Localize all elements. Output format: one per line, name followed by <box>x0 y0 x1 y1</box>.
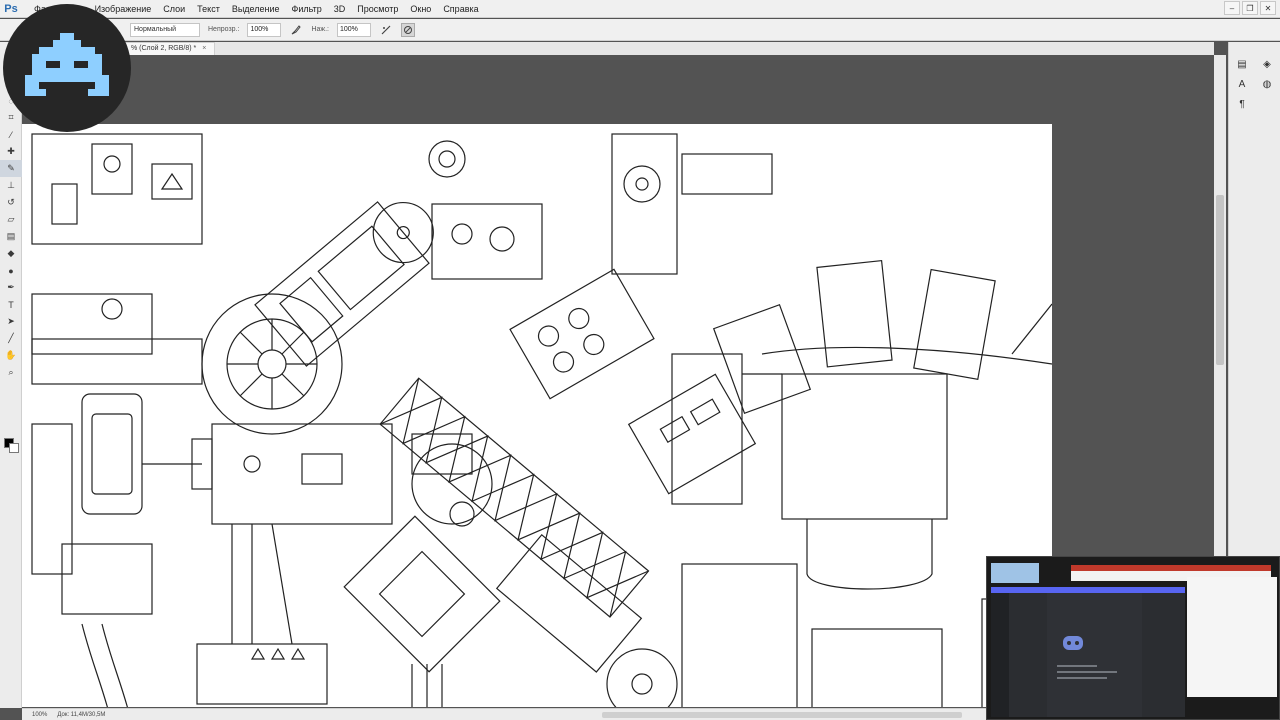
window-controls: – ❐ ✕ <box>1224 1 1276 15</box>
line-tool-icon[interactable]: ╱ <box>0 330 22 347</box>
zoom-level[interactable]: 100% <box>32 712 47 718</box>
crop-tool-icon[interactable]: ⌗ <box>0 109 22 126</box>
menu-view[interactable]: Просмотр <box>351 0 404 18</box>
space-invader-icon <box>25 33 109 96</box>
adjustments-panel-icon[interactable]: ◍ <box>1259 76 1275 92</box>
opacity-label: Непрозр.: <box>208 26 240 33</box>
paragraph-panel-icon[interactable]: ¶ <box>1234 96 1250 112</box>
eyedropper-tool-icon[interactable]: ⁄ <box>0 126 22 143</box>
document-tab-bar: % (Слой 2, RGB/8) * × <box>22 42 1214 55</box>
streamer-avatar <box>3 4 131 132</box>
flow-input[interactable]: 100% <box>336 22 371 37</box>
restore-button[interactable]: ❐ <box>1242 1 1258 15</box>
eraser-tool-icon[interactable]: ▱ <box>0 211 22 228</box>
menu-select[interactable]: Выделение <box>226 0 286 18</box>
layers-panel-icon[interactable]: ◈ <box>1259 56 1275 72</box>
hand-tool-icon[interactable]: ✋ <box>0 347 22 364</box>
horizontal-scrollbar[interactable] <box>602 712 962 718</box>
blur-tool-icon[interactable]: ◆ <box>0 245 22 262</box>
brush-tool-icon[interactable]: ✎ <box>0 160 22 177</box>
document-size: Док: 11,4М/30,5М <box>57 711 106 718</box>
zoom-tool-icon[interactable]: ⌕ <box>0 364 22 381</box>
menu-help[interactable]: Справка <box>437 0 484 18</box>
tools-panel: ◌ ⌗ ⁄ ✚ ✎ ⊥ ↺ ▱ ▤ ◆ ● ✒ T ➤ ╱ ✋ ⌕ <box>0 42 22 708</box>
opacity-input[interactable]: 100% <box>247 22 282 37</box>
type-tool-icon[interactable]: T <box>0 296 22 313</box>
menu-type[interactable]: Текст <box>191 0 226 18</box>
vertical-scroll-thumb[interactable] <box>1216 195 1224 365</box>
document-tab-title: % (Слой 2, RGB/8) * <box>131 45 197 52</box>
secondary-screen-preview <box>987 557 1279 719</box>
options-bar: Нормальный Непрозр.: 100% Наж.: 100% <box>0 19 1280 41</box>
webcam-overlay <box>986 556 1280 720</box>
menu-window[interactable]: Окно <box>404 0 437 18</box>
background-color-swatch[interactable] <box>9 443 19 453</box>
pen-tool-icon[interactable]: ✒ <box>0 279 22 296</box>
stamp-tool-icon[interactable]: ⊥ <box>0 177 22 194</box>
line-art-drawing <box>31 133 1052 707</box>
tablet-pressure-icon[interactable] <box>400 22 415 37</box>
gradient-tool-icon[interactable]: ▤ <box>0 228 22 245</box>
document-tab[interactable]: % (Слой 2, RGB/8) * × <box>122 42 216 55</box>
history-brush-icon[interactable]: ↺ <box>0 194 22 211</box>
dodge-tool-icon[interactable]: ● <box>0 262 22 279</box>
airbrush-icon[interactable] <box>379 23 393 37</box>
history-panel-icon[interactable]: ▤ <box>1234 56 1250 72</box>
menu-bar: Ps Фа вание Изображение Слои Текст Выдел… <box>0 0 1280 18</box>
photoshop-logo: Ps <box>4 2 18 15</box>
flow-label: Наж.: <box>311 26 329 33</box>
tab-close-icon[interactable]: × <box>202 43 206 55</box>
close-button[interactable]: ✕ <box>1260 1 1276 15</box>
blend-mode-select[interactable]: Нормальный <box>130 22 200 37</box>
menu-layers[interactable]: Слои <box>157 0 191 18</box>
character-panel-icon[interactable]: A <box>1234 76 1250 92</box>
path-select-icon[interactable]: ➤ <box>0 313 22 330</box>
healing-tool-icon[interactable]: ✚ <box>0 143 22 160</box>
minimize-button[interactable]: – <box>1224 1 1240 15</box>
brush-pressure-icon[interactable] <box>289 23 303 37</box>
menu-filter[interactable]: Фильтр <box>286 0 328 18</box>
drawing-canvas[interactable] <box>22 124 1052 707</box>
menu-3d[interactable]: 3D <box>328 0 352 18</box>
